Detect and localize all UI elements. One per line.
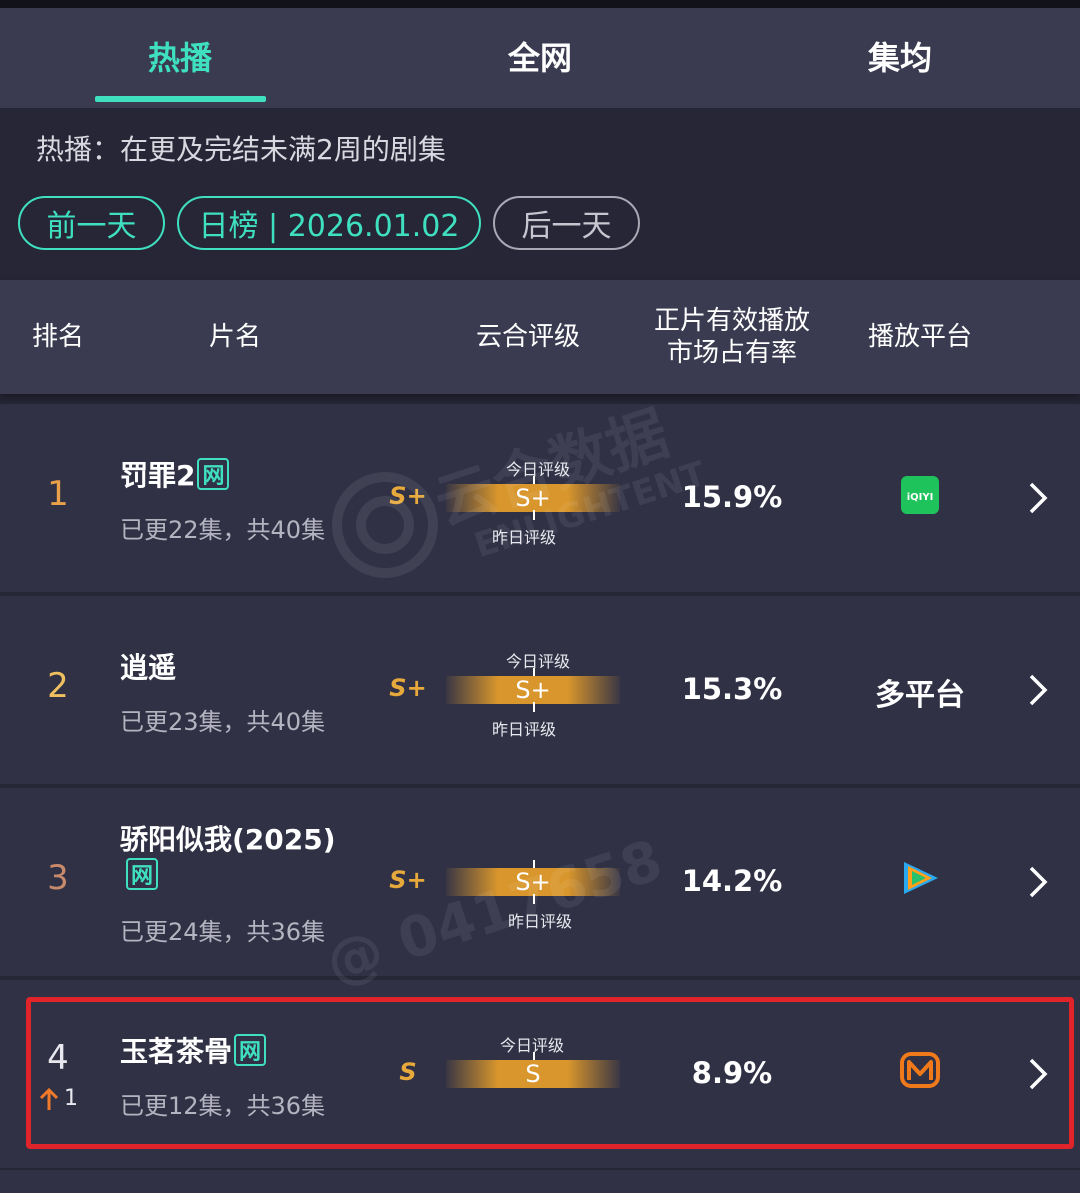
header-share-line2: 市场占有率 xyxy=(666,338,797,368)
chevron-right-icon[interactable] xyxy=(1022,862,1052,902)
prev-day-button[interactable]: 前一天 xyxy=(18,196,165,250)
header-platform: 播放平台 xyxy=(867,322,972,352)
table-row[interactable]: 1 罚罪2 网 已更22集，共40集 S+ 今日评级 S+ 昨日评级 15.9%… xyxy=(0,404,1080,592)
episode-count: 已更24集，共36集 xyxy=(120,918,326,946)
net-drama-badge: 网 xyxy=(126,858,158,890)
iqiyi-text: iQIYI xyxy=(907,492,934,503)
chevron-right-icon[interactable] xyxy=(1022,478,1052,518)
drama-title: 罚罪2 网 xyxy=(120,454,230,494)
drama-title: 逍遥 xyxy=(120,646,176,686)
grade-bar-text: S+ xyxy=(515,676,551,704)
market-share-value: 14.2% xyxy=(681,864,783,898)
tab-hot[interactable]: 热播 xyxy=(0,8,360,104)
drama-title-text: 骄阳似我(2025) xyxy=(120,823,336,856)
grade-label: S+ xyxy=(389,866,427,894)
table-row[interactable]: 3 骄阳似我(2025) 网 已更24集，共36集 S+ S+ 昨日评级 14.… xyxy=(0,788,1080,976)
tencent-video-icon xyxy=(904,862,938,894)
platform-cell xyxy=(860,858,980,902)
today-grade-label: 今日评级 xyxy=(506,460,571,479)
drama-title: 骄阳似我(2025) xyxy=(120,818,336,858)
next-row-partial xyxy=(0,1170,1080,1193)
highlight-box xyxy=(26,997,1074,1149)
table-header: 排名 片名 云合评级 正片有效播放 市场占有率 播放平台 xyxy=(0,280,1080,394)
yesterday-tick xyxy=(533,894,535,904)
rank-number: 1 xyxy=(47,474,69,514)
net-drama-badge: 网 xyxy=(197,458,230,490)
grade-bar-text: S+ xyxy=(515,484,551,512)
rank-number: 3 xyxy=(47,858,69,898)
chevron-right-icon[interactable] xyxy=(1022,670,1052,710)
table-row[interactable]: 2 逍遥 已更23集，共40集 S+ 今日评级 S+ 昨日评级 15.3% 多平… xyxy=(0,596,1080,784)
episode-count: 已更23集，共40集 xyxy=(120,708,326,736)
grade-label: S+ xyxy=(389,674,427,702)
tab-per-episode[interactable]: 集均 xyxy=(720,8,1080,104)
header-rating: 云合评级 xyxy=(475,322,580,352)
top-strip xyxy=(0,0,1080,8)
rank-number: 2 xyxy=(47,666,69,706)
episode-count: 已更22集，共40集 xyxy=(120,516,326,544)
market-share-value: 15.3% xyxy=(681,672,783,706)
header-rank: 排名 xyxy=(31,322,84,352)
platform-cell: iQIYI xyxy=(860,476,980,518)
market-share-value: 15.9% xyxy=(681,480,783,514)
tab-all-network[interactable]: 全网 xyxy=(360,8,720,104)
drama-title-text: 逍遥 xyxy=(120,651,177,684)
active-tab-underline xyxy=(95,96,266,102)
iqiyi-icon: iQIYI xyxy=(901,476,939,514)
drama-title-text: 罚罪2 xyxy=(120,459,196,492)
today-grade-label: 今日评级 xyxy=(506,652,571,671)
grade-bar-text: S+ xyxy=(515,868,551,896)
yesterday-grade-label: 昨日评级 xyxy=(492,720,557,739)
yesterday-grade-label: 昨日评级 xyxy=(492,528,557,547)
tab-bar: 热播 全网 集均 xyxy=(0,8,1080,108)
date-selector[interactable]: 日榜 | 2026.01.02 xyxy=(177,196,481,250)
next-day-button[interactable]: 后一天 xyxy=(493,196,640,250)
yesterday-tick xyxy=(533,702,535,712)
platform-multi-text: 多平台 xyxy=(875,678,965,713)
header-share-line1: 正片有效播放 xyxy=(653,306,810,336)
grade-label: S+ xyxy=(389,482,427,510)
header-market-share: 正片有效播放 市场占有率 xyxy=(642,280,822,394)
yesterday-tick xyxy=(533,510,535,520)
yesterday-grade-label: 昨日评级 xyxy=(508,912,573,931)
list-description: 热播：在更及完结未满2周的剧集 xyxy=(36,133,446,166)
header-title: 片名 xyxy=(208,322,261,352)
